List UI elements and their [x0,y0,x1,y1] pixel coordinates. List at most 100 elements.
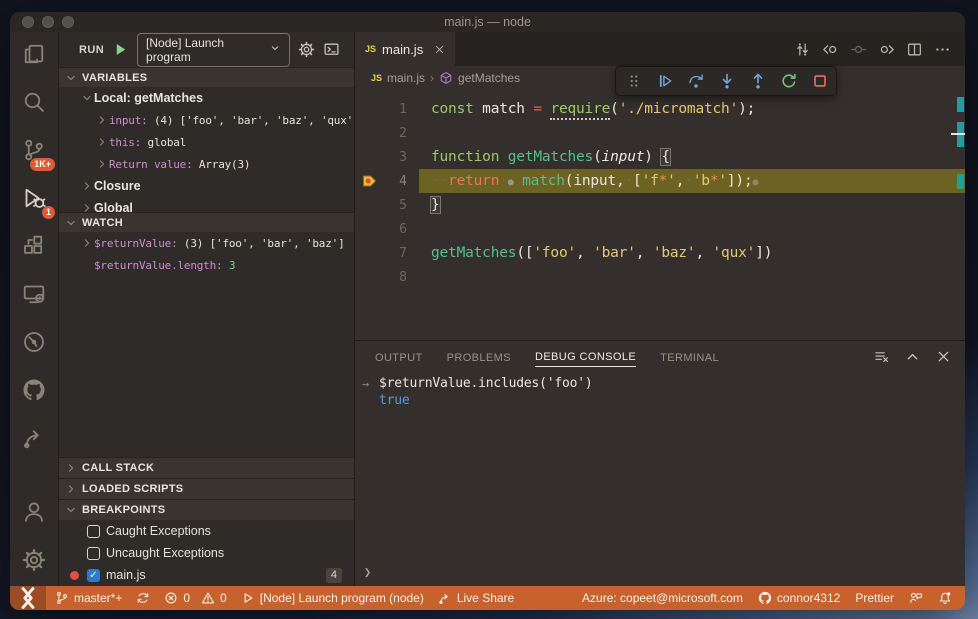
error-icon [164,591,178,605]
split-editor-icon[interactable] [906,41,923,58]
scope-row-local-getmatches[interactable]: Local: getMatches [59,87,354,109]
extensions-icon [22,234,46,263]
previous-change-icon[interactable] [822,41,839,58]
current-execution-breakpoint-icon[interactable] [362,173,378,193]
activity-item-github[interactable] [10,368,58,416]
breakpoint-checkbox[interactable] [87,524,100,538]
status-git-branch[interactable]: master*+ [55,591,122,605]
status-debug-launch[interactable]: [Node] Launch program (node) [241,591,424,605]
variable-row[interactable]: $returnValue: (3) ['foo', 'bar', 'baz'] [59,232,354,254]
run-toolbar: RUN [Node] Launch program [59,32,354,67]
status-problems[interactable]: 00 [164,591,227,605]
activity-item-search[interactable] [10,80,58,128]
debug-console-input-prompt[interactable]: ❯ [364,565,371,579]
panel-tab-terminal[interactable]: TERMINAL [660,346,719,367]
section-header-breakpoints[interactable]: BREAKPOINTS [59,499,354,520]
maximize-panel-icon[interactable] [905,349,920,364]
compare-changes-icon[interactable] [794,41,811,58]
panel-actions [874,349,951,364]
variable-row[interactable]: $returnValue.length: 3 [59,254,354,276]
code-editor[interactable]: 1 const match = require('./micromatch'); 2… [355,90,965,340]
restart-icon[interactable] [780,72,798,90]
next-change-icon[interactable] [878,41,895,58]
launch-config-dropdown[interactable]: [Node] Launch program [137,32,290,67]
drag-grip-icon[interactable] [625,72,643,90]
status-feedback[interactable] [909,591,923,605]
breakpoint-checkbox[interactable] [87,546,100,560]
editor-title-actions [794,32,965,66]
step-over-icon[interactable] [687,72,705,90]
breadcrumb-getmatches[interactable]: getMatches [439,71,520,85]
breakpoint-count-badge: 4 [325,567,342,583]
status-notifications[interactable] [938,591,952,605]
code-line-6[interactable]: 6 [355,217,965,241]
watch-section-header[interactable]: WATCH [59,212,354,232]
chevron-down-icon [63,505,78,515]
activity-item-azure[interactable] [10,320,58,368]
code-line-5[interactable]: 5} [355,193,965,217]
chevron-right-icon [79,203,94,212]
section-header-loaded-scripts[interactable]: LOADED SCRIPTS [59,478,354,499]
breakpoint-row[interactable]: ✓ main.js 4 [59,564,354,586]
status-prettier[interactable]: Prettier [855,591,894,605]
code-line-4[interactable]: 4 ··return·● match(input,·['f*',·'b*']);● [355,169,965,193]
scope-label: Closure [94,179,141,193]
activity-item-accounts[interactable] [10,490,58,538]
line-number: 2 [355,121,419,145]
variables-section-header[interactable]: VARIABLES [59,67,354,87]
status-live-share[interactable]: Live Share [438,591,514,605]
breakpoint-checkbox[interactable]: ✓ [87,568,100,582]
clear-console-icon[interactable] [874,349,889,364]
activity-item-source-control[interactable]: 1K+ [10,128,58,176]
configure-launch-gear-icon[interactable] [298,41,315,58]
activity-item-settings[interactable] [10,538,58,586]
activity-item-explorer[interactable] [10,32,58,80]
code-line-2[interactable]: 2 [355,121,965,145]
variable-row[interactable]: Return value: Array(3) [59,153,354,175]
open-changes-icon[interactable] [850,41,867,58]
close-tab-icon[interactable] [434,44,445,55]
breakpoint-row[interactable]: Uncaught Exceptions [59,542,354,564]
continue-icon[interactable] [656,72,674,90]
section-header-call-stack[interactable]: CALL STACK [59,457,354,478]
status-azure-account[interactable]: Azure: copeet@microsoft.com [582,591,743,605]
debug-console-output[interactable]: ❯ → $returnValue.includes('foo') true [355,371,965,586]
variable-row[interactable]: this: global [59,131,354,153]
code-line-1[interactable]: 1 const match = require('./micromatch'); [355,97,965,121]
overview-ruler[interactable] [951,90,965,340]
activity-item-run-and-debug[interactable]: 1 [10,176,58,224]
launch-config-label: [Node] Launch program [146,35,225,64]
activity-item-live-share[interactable] [10,416,58,464]
status-github-account[interactable]: connor4312 [758,591,840,605]
breakpoint-row[interactable]: Caught Exceptions [59,520,354,542]
titlebar[interactable]: main.js — node [10,12,965,32]
code-text: ··return·● match(input,·['f*',·'b*']);● [431,173,759,189]
status-sync[interactable] [136,591,150,605]
activity-item-remote-explorer[interactable] [10,272,58,320]
section-header-label: LOADED SCRIPTS [82,483,184,495]
status-label: Azure: copeet@microsoft.com [582,591,743,605]
panel-tab-output[interactable]: OUTPUT [375,346,423,367]
variable-row[interactable]: input: (4) ['foo', 'bar', 'baz', 'qux'] [59,109,354,131]
stop-icon[interactable] [811,72,829,90]
start-debugging-button[interactable] [112,41,129,58]
code-line-8[interactable]: 8 [355,265,965,289]
code-line-7[interactable]: 7 getMatches(['foo', 'bar', 'baz', 'qux']… [355,241,965,265]
panel-header: OUTPUT PROBLEMS DEBUG CONSOLE TERMINAL [355,341,965,371]
step-into-icon[interactable] [718,72,736,90]
step-out-icon[interactable] [749,72,767,90]
breakpoint-dot [67,570,81,580]
ruler-mark [957,97,964,112]
scope-row-global[interactable]: Global [59,197,354,212]
breadcrumb-main-js[interactable]: JS main.js [371,71,425,85]
panel-tab-debug-console[interactable]: DEBUG CONSOLE [534,345,637,367]
close-panel-icon[interactable] [936,349,951,364]
panel-tab-problems[interactable]: PROBLEMS [447,346,511,367]
code-line-3[interactable]: 3 function getMatches(input) { [355,145,965,169]
open-debug-console-icon[interactable] [323,41,340,58]
scope-row-closure[interactable]: Closure [59,175,354,197]
tab-main-js[interactable]: JS main.js [355,32,455,66]
activity-item-extensions[interactable] [10,224,58,272]
remote-indicator[interactable] [10,586,46,610]
more-actions-icon[interactable] [934,41,951,58]
